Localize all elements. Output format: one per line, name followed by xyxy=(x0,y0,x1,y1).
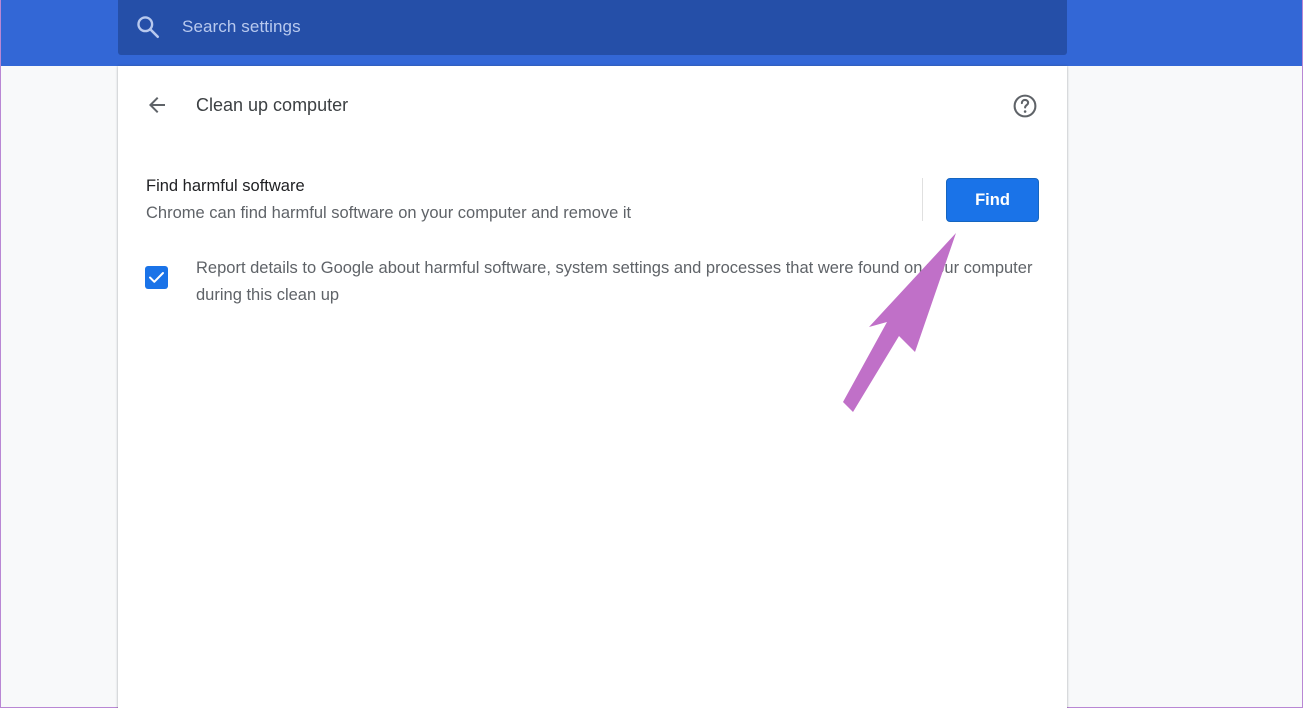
search-input[interactable]: Search settings xyxy=(182,17,301,37)
help-circle-icon[interactable] xyxy=(1012,93,1038,119)
arrow-back-icon[interactable] xyxy=(145,93,169,117)
report-details-label: Report details to Google about harmful s… xyxy=(196,259,1033,304)
find-harmful-software-description: Chrome can find harmful software on your… xyxy=(146,204,632,222)
settings-card xyxy=(118,66,1067,708)
report-details-checkbox[interactable] xyxy=(145,266,168,289)
search-icon[interactable] xyxy=(135,14,161,40)
find-button[interactable]: Find xyxy=(946,178,1039,222)
page-title: Clean up computer xyxy=(196,95,349,115)
checkmark-icon xyxy=(149,272,164,283)
divider xyxy=(922,178,923,221)
find-harmful-software-title: Find harmful software xyxy=(146,177,305,195)
